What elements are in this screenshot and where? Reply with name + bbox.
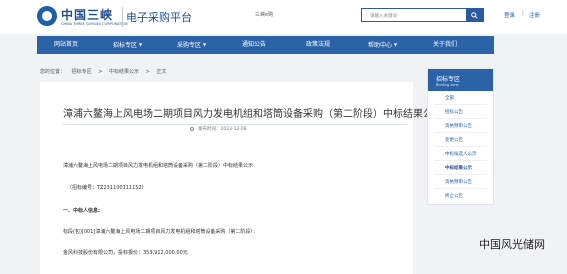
sidebar-item-termination[interactable]: 终止公告 xyxy=(445,193,463,199)
sidebar-item-candidates[interactable]: 中标候选人公示 xyxy=(445,151,477,157)
search-icon xyxy=(471,12,478,19)
article-paragraph: 漳浦六鳌海上风电场二期项目风力发电机组和塔筒设备采购（第二阶段）中标结果公示 xyxy=(63,163,254,169)
three-gorges-logo-icon[interactable] xyxy=(37,6,57,26)
register-link[interactable]: 注册 xyxy=(529,11,540,19)
nav-item-home[interactable]: 网站首页 xyxy=(54,36,78,54)
sidebar-divider xyxy=(434,132,487,133)
article-paragraph: 标段(包)[001]漳浦六鳌海上风电场二期项目风力发电机组和塔筒设备采购（第二阶… xyxy=(63,229,258,235)
sidebar: 招标专区 Bidding zone 全部 招标公告 资格预审公告 变更公告 中标… xyxy=(427,68,494,205)
publish-date: 发布时间：2023-12-08 xyxy=(198,126,247,132)
title-divider xyxy=(63,124,408,125)
chevron-down-icon: ▼ xyxy=(394,42,398,47)
breadcrumb-label: 您的位置： xyxy=(40,69,66,75)
auth-separator: | xyxy=(522,11,524,17)
nav-label: 采购专区 xyxy=(177,42,202,49)
logo-text[interactable]: 中国三峡 xyxy=(61,6,113,23)
sidebar-item-all[interactable]: 全部 xyxy=(445,95,454,101)
search-box xyxy=(361,8,484,22)
sidebar-divider xyxy=(434,146,487,147)
sidebar-divider xyxy=(434,160,487,161)
nav-item-about[interactable]: 关于我们 xyxy=(433,36,457,54)
sidebar-header: 招标专区 Bidding zone xyxy=(428,69,493,91)
article-paragraph: （招标编号：TZ231100111152） xyxy=(67,185,147,191)
breadcrumb: 您的位置： 招标专区 > 中标结果公示 > 正文 xyxy=(40,68,171,75)
logo-english-text: CHINA THREE GORGES CORPORATION xyxy=(61,22,128,26)
sidebar-item-results[interactable]: 中标结果公示 xyxy=(445,165,472,171)
article-heading: 一、中标人信息: xyxy=(63,208,101,214)
article-title: 漳浦六鳌海上风电场二期项目风力发电机组和塔筒设备采购（第二阶段）中标结果公示 xyxy=(63,109,443,120)
sidebar-divider xyxy=(434,174,487,175)
nav-label: 关于我们 xyxy=(433,41,458,48)
nav-item-bidding[interactable]: 招标专区 ▼ xyxy=(113,36,142,54)
site-header: 中国三峡 CHINA THREE GORGES CORPORATION 电子采购… xyxy=(0,0,567,34)
nav-item-procurement[interactable]: 采购专区 ▼ xyxy=(177,36,206,54)
nav-label: 招标专区 xyxy=(113,42,138,49)
breadcrumb-results[interactable]: 中标结果公示 xyxy=(109,69,139,75)
sidebar-divider xyxy=(434,104,487,105)
article-panel: 漳浦六鳌海上风电场二期项目风力发电机组和塔筒设备采购（第二阶段）中标结果公示 发… xyxy=(40,82,443,274)
sidebar-item-tender-notice[interactable]: 招标公告 xyxy=(445,109,463,115)
sidebar-divider xyxy=(434,188,487,189)
nav-item-policies[interactable]: 政策法规 xyxy=(306,36,330,54)
publish-date-label: 发布时间： xyxy=(198,127,221,132)
nav-label: 政策法规 xyxy=(306,41,331,48)
nav-label: 帮助中心 xyxy=(368,42,393,49)
nav-label: 通知公告 xyxy=(242,41,267,48)
chevron-down-icon: ▼ xyxy=(203,42,207,47)
search-button[interactable] xyxy=(466,9,483,21)
sidebar-subtitle: Bidding zone xyxy=(436,83,459,87)
breadcrumb-bidding[interactable]: 招标专区 xyxy=(72,69,92,75)
sidebar-item-change-notice[interactable]: 变更公告 xyxy=(445,137,463,143)
nav-item-notices[interactable]: 通知公告 xyxy=(242,36,266,54)
watermark-text: 中国风光储网 xyxy=(479,238,545,251)
search-input[interactable] xyxy=(362,9,466,21)
nav-item-help[interactable]: 帮助中心 ▼ xyxy=(368,36,397,54)
sidebar-item-prequalification[interactable]: 资格预审公告 xyxy=(445,123,472,129)
breadcrumb-separator: > xyxy=(145,69,150,75)
publish-date-value: 2023-12-08 xyxy=(220,127,247,132)
clock-icon xyxy=(190,127,194,131)
platform-title: 电子采购平台 xyxy=(126,11,192,24)
breadcrumb-current: 正文 xyxy=(156,69,167,75)
sidebar-divider xyxy=(434,118,487,119)
sidebar-title: 招标专区 xyxy=(436,76,461,83)
login-link[interactable]: 登录 xyxy=(504,11,515,19)
logo-divider xyxy=(122,7,123,27)
sidebar-item-prequalification-2[interactable]: 资格预审公告 xyxy=(445,179,472,185)
nav-label: 网站首页 xyxy=(54,41,79,48)
article-paragraph: 金风科技股份有限公司，投标报价：353,912,000.00元 xyxy=(63,250,188,256)
breadcrumb-separator: > xyxy=(98,69,103,75)
main-nav: 网站首页 招标专区 ▼ 采购专区 ▼ 通知公告 政策法规 帮助中心 ▼ 关于我们 xyxy=(37,36,494,54)
chevron-down-icon: ▼ xyxy=(139,42,143,47)
header-center-text: 三峡e购 xyxy=(255,12,274,18)
